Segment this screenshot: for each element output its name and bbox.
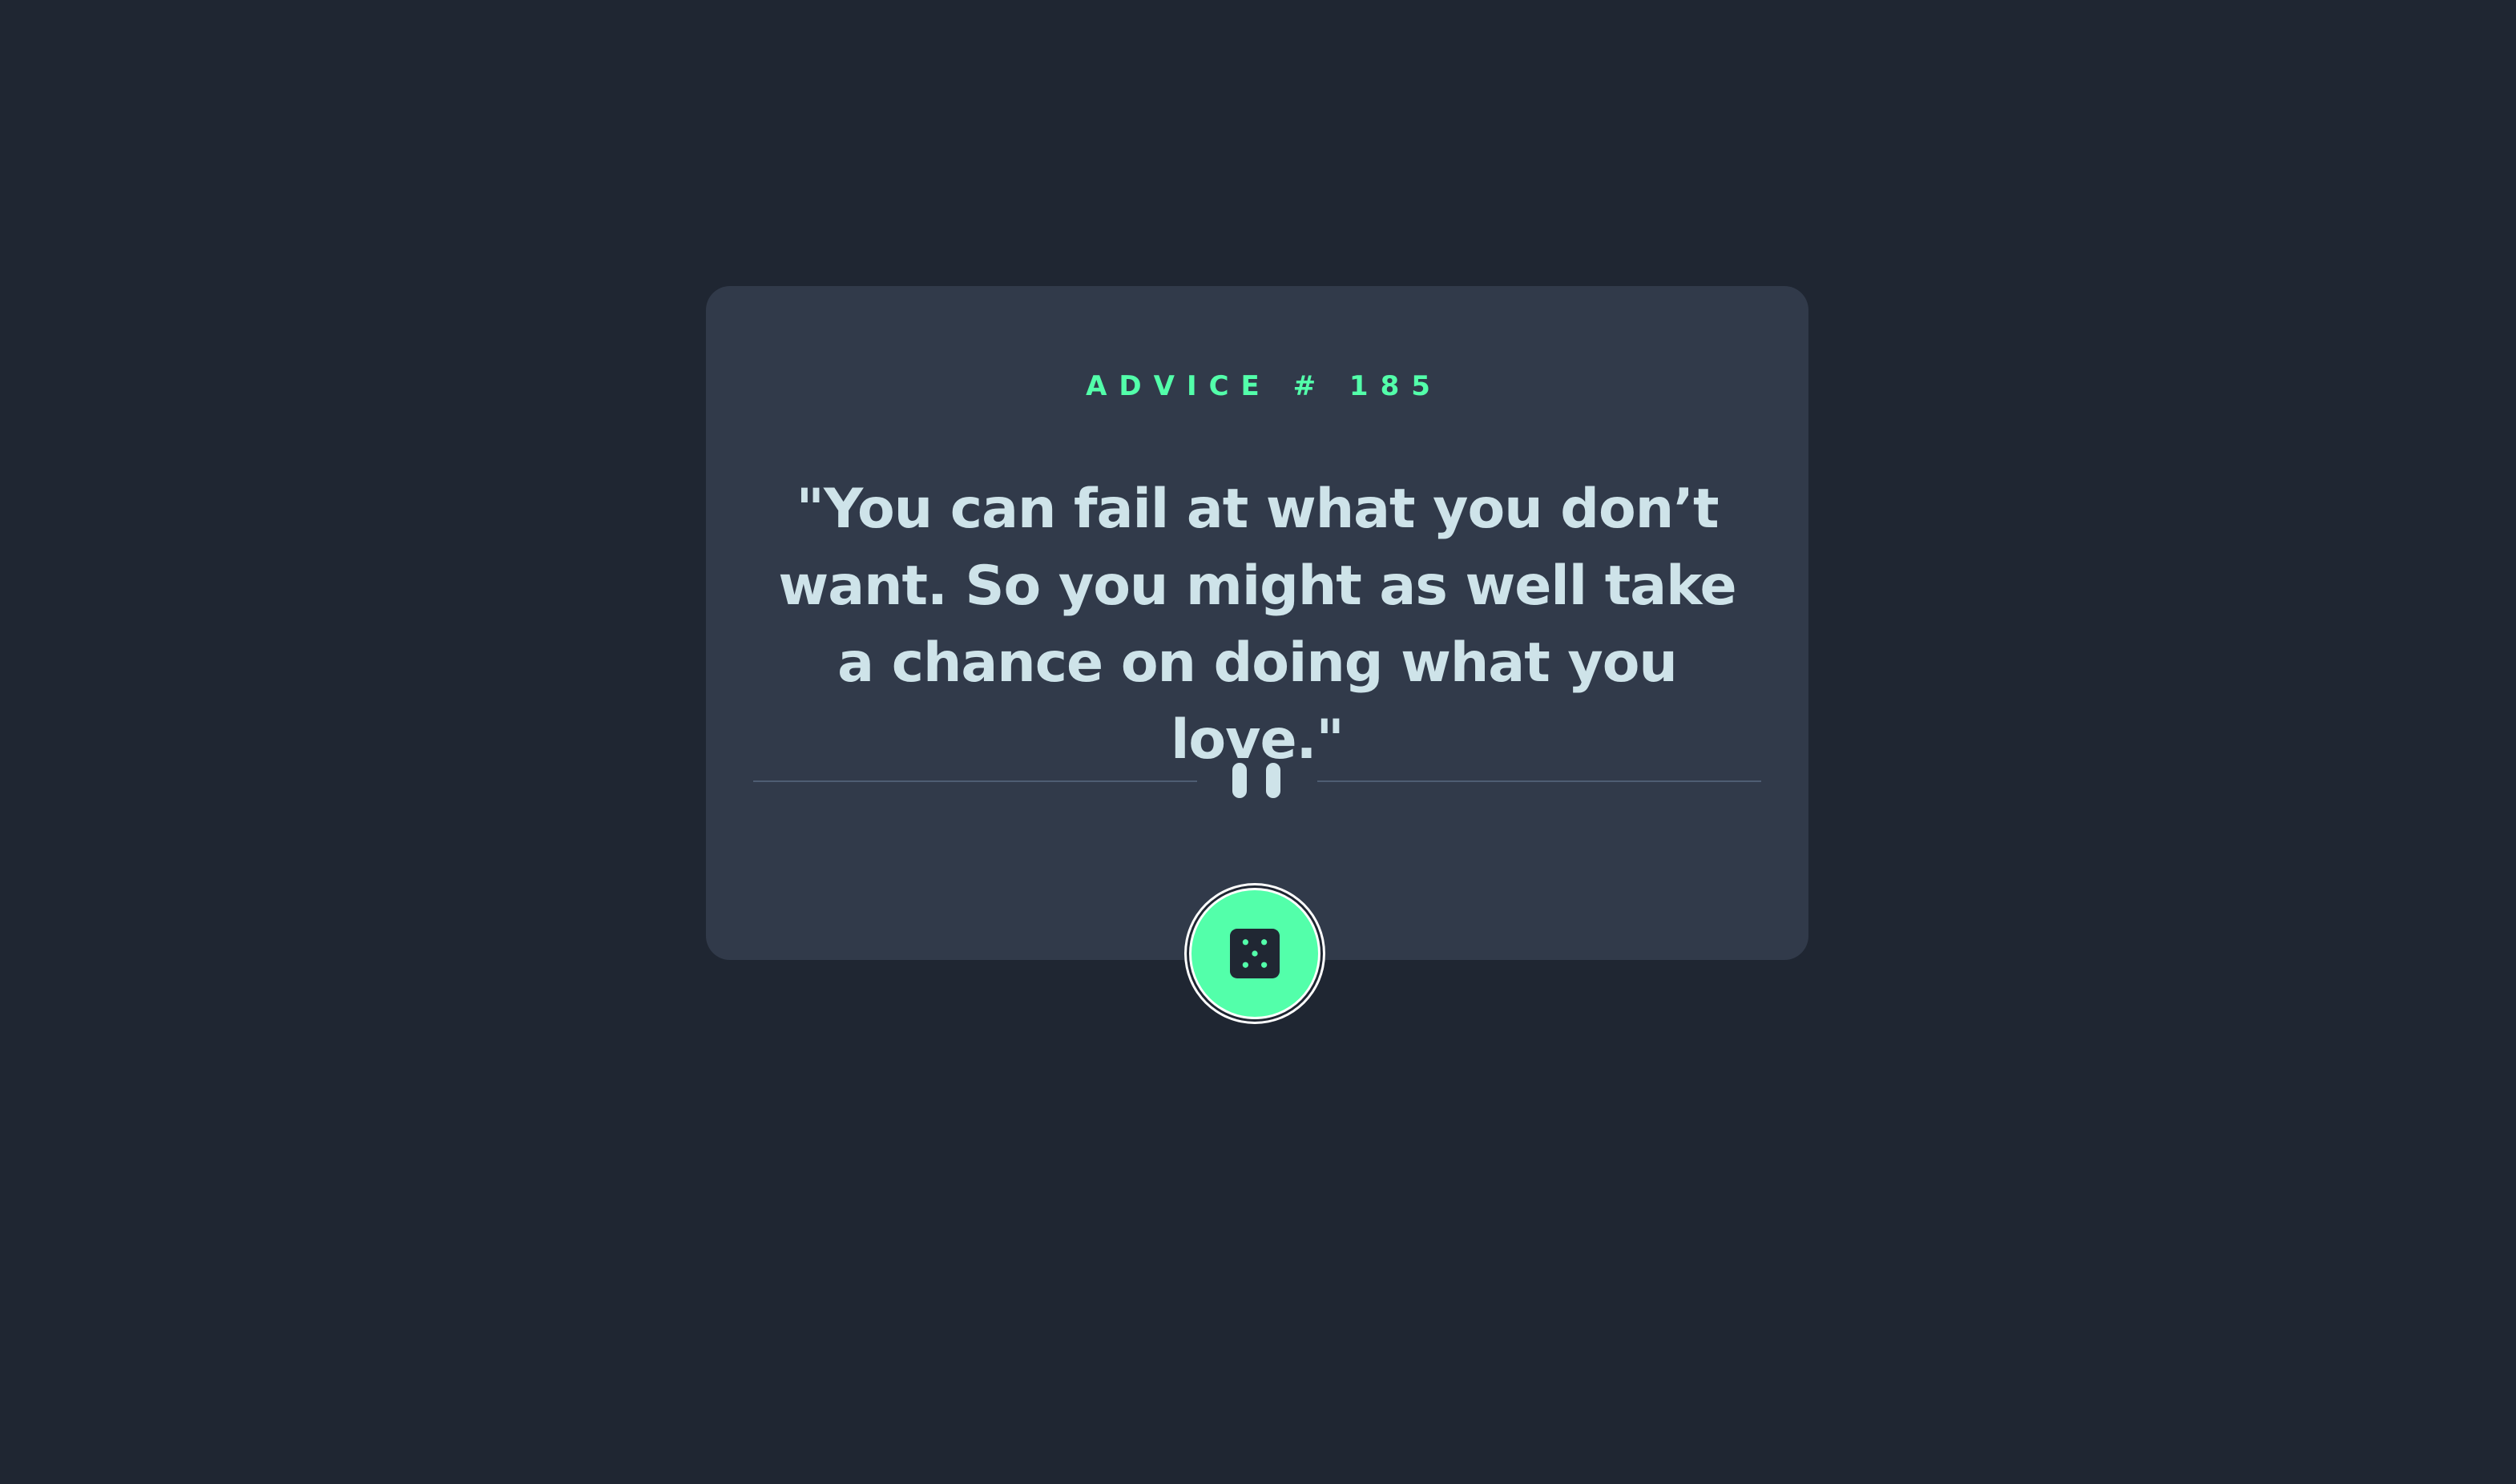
dice-icon	[1230, 929, 1280, 978]
divider-line-left	[753, 780, 1197, 782]
pause-bar-left	[1232, 763, 1247, 798]
advice-quote: "You can fail at what you don’t want. So…	[778, 478, 1736, 772]
dice-button[interactable]	[1189, 888, 1320, 1019]
pause-icon	[1232, 763, 1282, 798]
page: ADVICE # 185 "You can fail at what you d…	[0, 0, 2516, 1484]
advice-number: ADVICE # 185	[1086, 370, 1442, 402]
pause-bar-right	[1266, 763, 1280, 798]
divider-line-right	[1317, 780, 1761, 782]
divider	[753, 758, 1761, 800]
